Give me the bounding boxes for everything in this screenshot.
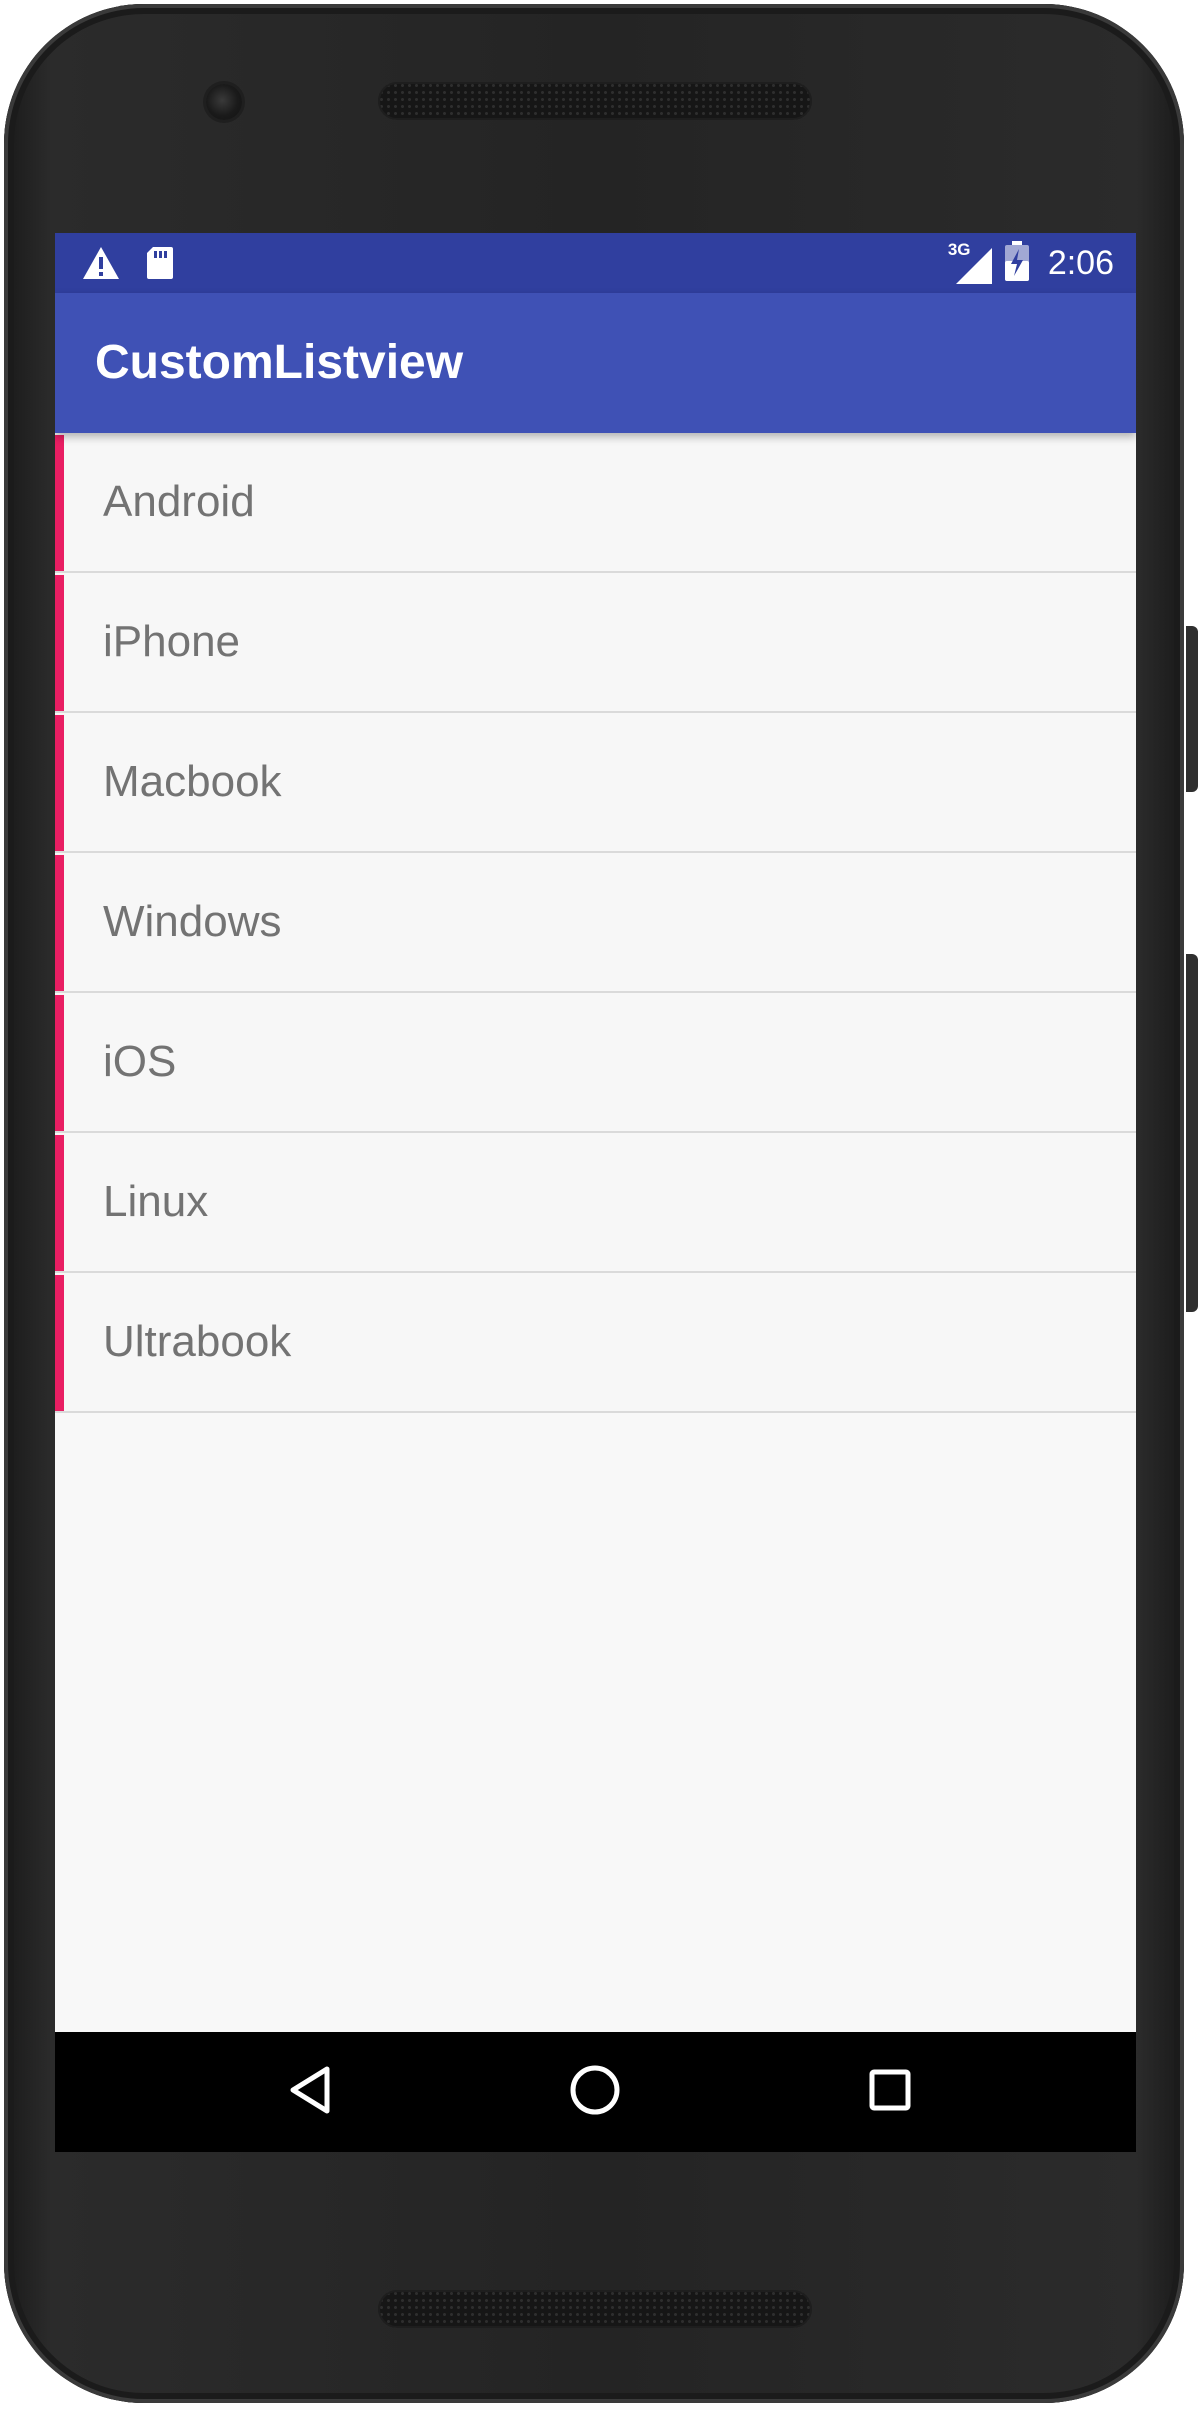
list-item[interactable]: Windows (55, 853, 1136, 993)
list-item-label: iPhone (103, 617, 241, 666)
custom-list: Android iPhone Macbook Windows iOS Linux (55, 433, 1136, 1413)
home-icon (569, 2064, 621, 2121)
warning-icon (81, 245, 121, 286)
list-item-accent (55, 575, 64, 711)
back-icon (288, 2065, 332, 2120)
list-item-accent (55, 1135, 64, 1271)
list-item-label: Ultrabook (103, 1317, 292, 1366)
list-item[interactable]: Linux (55, 1133, 1136, 1273)
list-item-label: Linux (103, 1177, 209, 1226)
earpiece-speaker (378, 82, 812, 120)
list-item-label: Windows (103, 897, 282, 946)
device-frame: 3G 2:06 CustomListview Android iPhone Ma… (0, 0, 1198, 2409)
list-item-accent (55, 995, 64, 1131)
list-item-label: iOS (103, 1037, 177, 1086)
list-item[interactable]: iPhone (55, 573, 1136, 713)
signal-icon: 3G (948, 240, 994, 286)
list-item-label: Android (103, 477, 255, 526)
volume-rocker[interactable] (1186, 954, 1198, 1312)
power-button[interactable] (1186, 626, 1198, 792)
screen: 3G 2:06 CustomListview Android iPhone Ma… (55, 233, 1136, 2152)
sd-card-icon (145, 245, 175, 286)
list-item-accent (55, 715, 64, 851)
navigation-bar (55, 2032, 1136, 2152)
back-button[interactable] (280, 2062, 340, 2122)
front-camera-icon (206, 84, 242, 120)
list-item-accent (55, 855, 64, 991)
list-item[interactable]: Android (55, 433, 1136, 573)
app-bar: CustomListview (55, 293, 1136, 433)
recents-button[interactable] (860, 2062, 920, 2122)
recents-icon (868, 2068, 912, 2117)
list-item[interactable]: Ultrabook (55, 1273, 1136, 1413)
list-item-accent (55, 435, 64, 571)
list-item-label: Macbook (103, 757, 282, 806)
bottom-speaker (378, 2290, 812, 2328)
home-button[interactable] (565, 2062, 625, 2122)
list-item-accent (55, 1275, 64, 1411)
status-bar: 3G 2:06 (55, 233, 1136, 293)
battery-charging-icon (1004, 240, 1030, 286)
list-item[interactable]: Macbook (55, 713, 1136, 853)
status-clock: 2:06 (1047, 243, 1114, 282)
list-item[interactable]: iOS (55, 993, 1136, 1133)
app-title: CustomListview (95, 336, 464, 389)
